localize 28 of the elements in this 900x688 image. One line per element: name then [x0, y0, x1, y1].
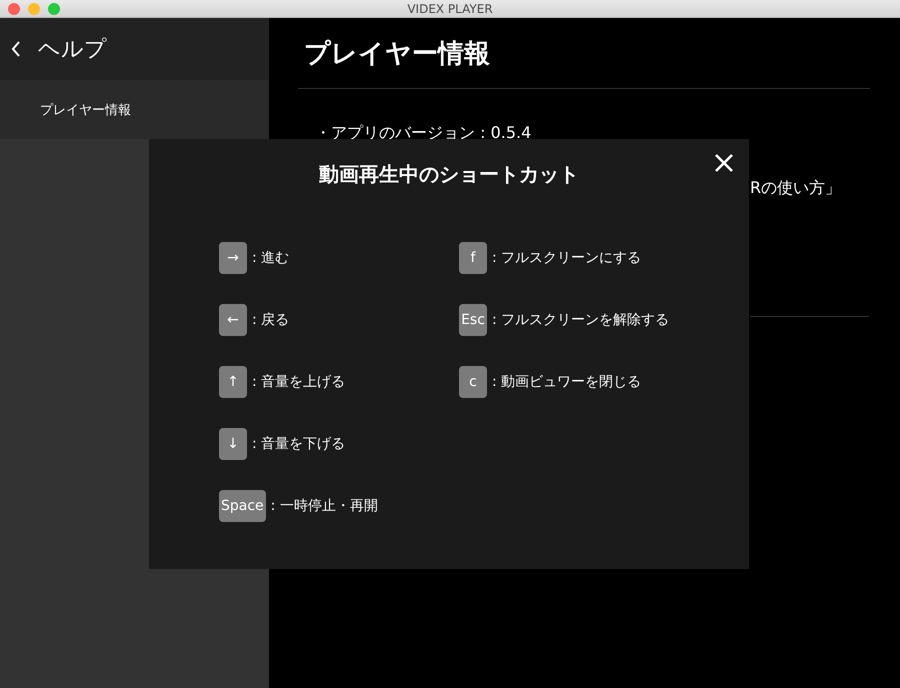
key-cap: ↓	[219, 428, 247, 460]
key-cap: ←	[219, 304, 247, 336]
chevron-left-icon	[10, 40, 22, 58]
window-title: VIDEX PLAYER	[407, 2, 493, 16]
shortcut-label: : 音量を上げる	[252, 373, 346, 391]
zoom-window-icon[interactable]	[48, 3, 60, 15]
shortcut-label: : フルスクリーンを解除する	[492, 311, 670, 329]
close-button[interactable]	[713, 152, 735, 174]
key-cap: ↑	[219, 366, 247, 398]
minimize-window-icon[interactable]	[28, 3, 40, 15]
shortcut-label: : フルスクリーンにする	[492, 249, 642, 267]
close-window-icon[interactable]	[8, 3, 20, 15]
key-cap: →	[219, 242, 247, 274]
sidebar-item[interactable]: プレイヤー情報	[0, 80, 269, 139]
key-cap: Space	[219, 490, 266, 522]
shortcut-label: : 進む	[252, 249, 290, 267]
back-button[interactable]: ヘルプ	[10, 34, 107, 64]
close-icon	[714, 153, 734, 173]
info-text: Rの使い方」	[750, 178, 842, 199]
shortcut-label: : 動画ビュワーを閉じる	[492, 373, 642, 391]
key-cap: f	[459, 242, 487, 274]
shortcut-label: : 戻る	[252, 311, 290, 329]
key-cap: Esc	[459, 304, 487, 336]
page-title: プレイヤー情報	[304, 38, 491, 71]
key-cap: c	[459, 366, 487, 398]
dialog-title: 動画再生中のショートカット	[319, 161, 579, 188]
shortcut-label: : 音量を下げる	[252, 435, 346, 453]
shortcut-label: : 一時停止・再開	[270, 497, 378, 515]
